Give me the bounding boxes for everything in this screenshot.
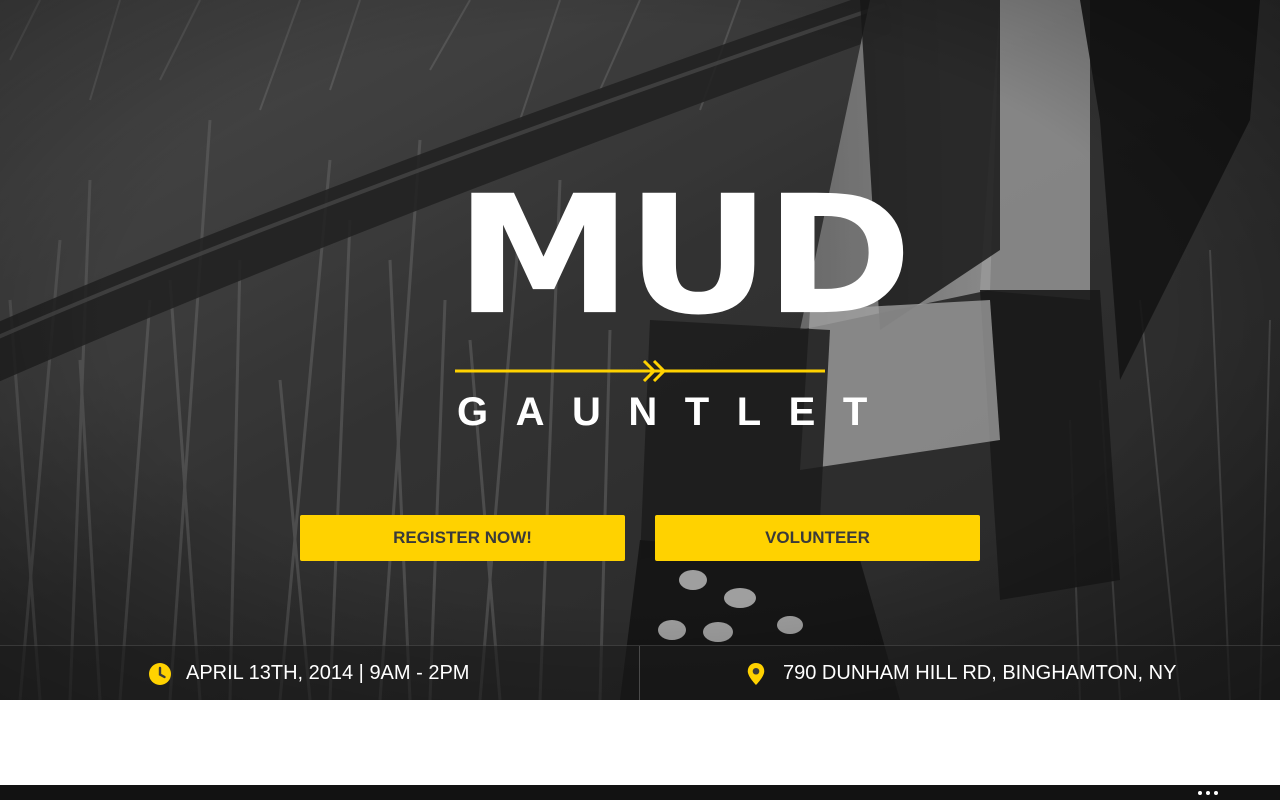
double-chevron-right-icon <box>642 359 667 383</box>
mud-gauntlet-logo: MUD GAUNTLET <box>455 164 912 434</box>
logo-divider <box>455 369 825 373</box>
event-date-text: APRIL 13TH, 2014 | 9AM - 2PM <box>186 662 470 684</box>
logo-primary-text: MUD <box>455 160 912 351</box>
hero-section: MUD GAUNTLET REGISTER NOW! VOLUNTEER APR… <box>0 0 1280 700</box>
more-dots-icon[interactable] <box>1196 789 1220 797</box>
info-divider <box>639 646 640 700</box>
event-info-bar: APRIL 13TH, 2014 | 9AM - 2PM 790 DUNHAM … <box>0 645 1280 700</box>
event-location-item: 790 DUNHAM HILL RD, BINGHAMTON, NY <box>746 646 1176 700</box>
volunteer-button[interactable]: VOLUNTEER <box>655 515 980 561</box>
event-location-text: 790 DUNHAM HILL RD, BINGHAMTON, NY <box>783 662 1177 684</box>
event-date-item: APRIL 13TH, 2014 | 9AM - 2PM <box>149 646 469 700</box>
clock-icon <box>149 662 171 685</box>
register-now-button[interactable]: REGISTER NOW! <box>300 515 625 561</box>
logo-secondary-text: GAUNTLET <box>457 390 895 434</box>
footer-bar <box>0 785 1280 800</box>
map-pin-icon <box>747 662 765 685</box>
